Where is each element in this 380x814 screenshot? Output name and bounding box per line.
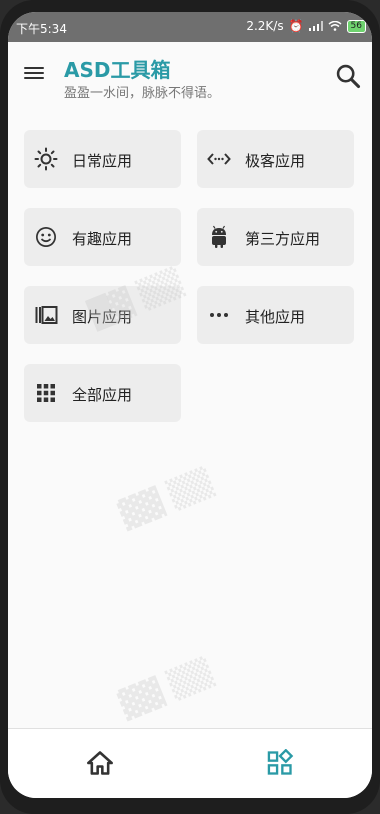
tile-label: 全部应用 [72,386,133,404]
app-bar: ASD工具箱 盈盈一水间，脉脉不得语。 [8,42,372,106]
app-title: ASD工具箱 [64,58,171,82]
battery-indicator: 56 [346,19,366,33]
tile-label: 图片应用 [72,308,133,326]
status-time: 下午5:34 [16,22,67,36]
signal-icon [308,21,323,31]
network-speed: 2.2K/s [246,19,284,33]
tile-daily-apps[interactable]: 日常应用 [24,130,181,188]
widgets-icon[interactable] [266,749,294,777]
tile-label: 极客应用 [245,152,306,170]
status-right: 2.2K/s ⏰ 56 [246,19,366,33]
app-subtitle: 盈盈一水间，脉脉不得语。 [64,86,221,101]
sun-icon [34,147,58,171]
tile-geek-apps[interactable]: 极客应用 [197,130,354,188]
tile-label: 有趣应用 [72,230,133,248]
search-icon[interactable] [334,62,362,90]
home-icon[interactable] [86,749,114,777]
tile-label: 日常应用 [72,152,133,170]
tile-third-party-apps[interactable]: 第三方应用 [197,208,354,266]
tile-image-apps[interactable]: 图片应用 [24,286,181,344]
smiley-icon [36,227,56,247]
watermark: ▓▓ ▒▒ [115,655,217,722]
tile-label: 其他应用 [245,308,306,326]
code-icon [207,153,231,165]
screen: 下午5:34 2.2K/s ⏰ 56 ASD工具箱 盈盈一水间，脉脉不得语。 日… [8,12,372,798]
phone-frame: 下午5:34 2.2K/s ⏰ 56 ASD工具箱 盈盈一水间，脉脉不得语。 日… [0,0,380,814]
watermark: ▓▓ ▒▒ [115,465,217,532]
more-dots-icon [210,313,228,317]
menu-button[interactable] [22,64,46,84]
status-bar: 下午5:34 2.2K/s ⏰ 56 [8,12,372,42]
wifi-icon [328,21,342,31]
tile-fun-apps[interactable]: 有趣应用 [24,208,181,266]
alarm-icon: ⏰ [288,19,304,33]
bottom-navigation [8,728,372,798]
photo-library-icon [35,306,58,324]
tile-all-apps[interactable]: 全部应用 [24,364,181,422]
tile-other-apps[interactable]: 其他应用 [197,286,354,344]
android-icon [212,225,226,248]
apps-grid-icon [37,384,55,402]
tile-label: 第三方应用 [245,230,321,248]
